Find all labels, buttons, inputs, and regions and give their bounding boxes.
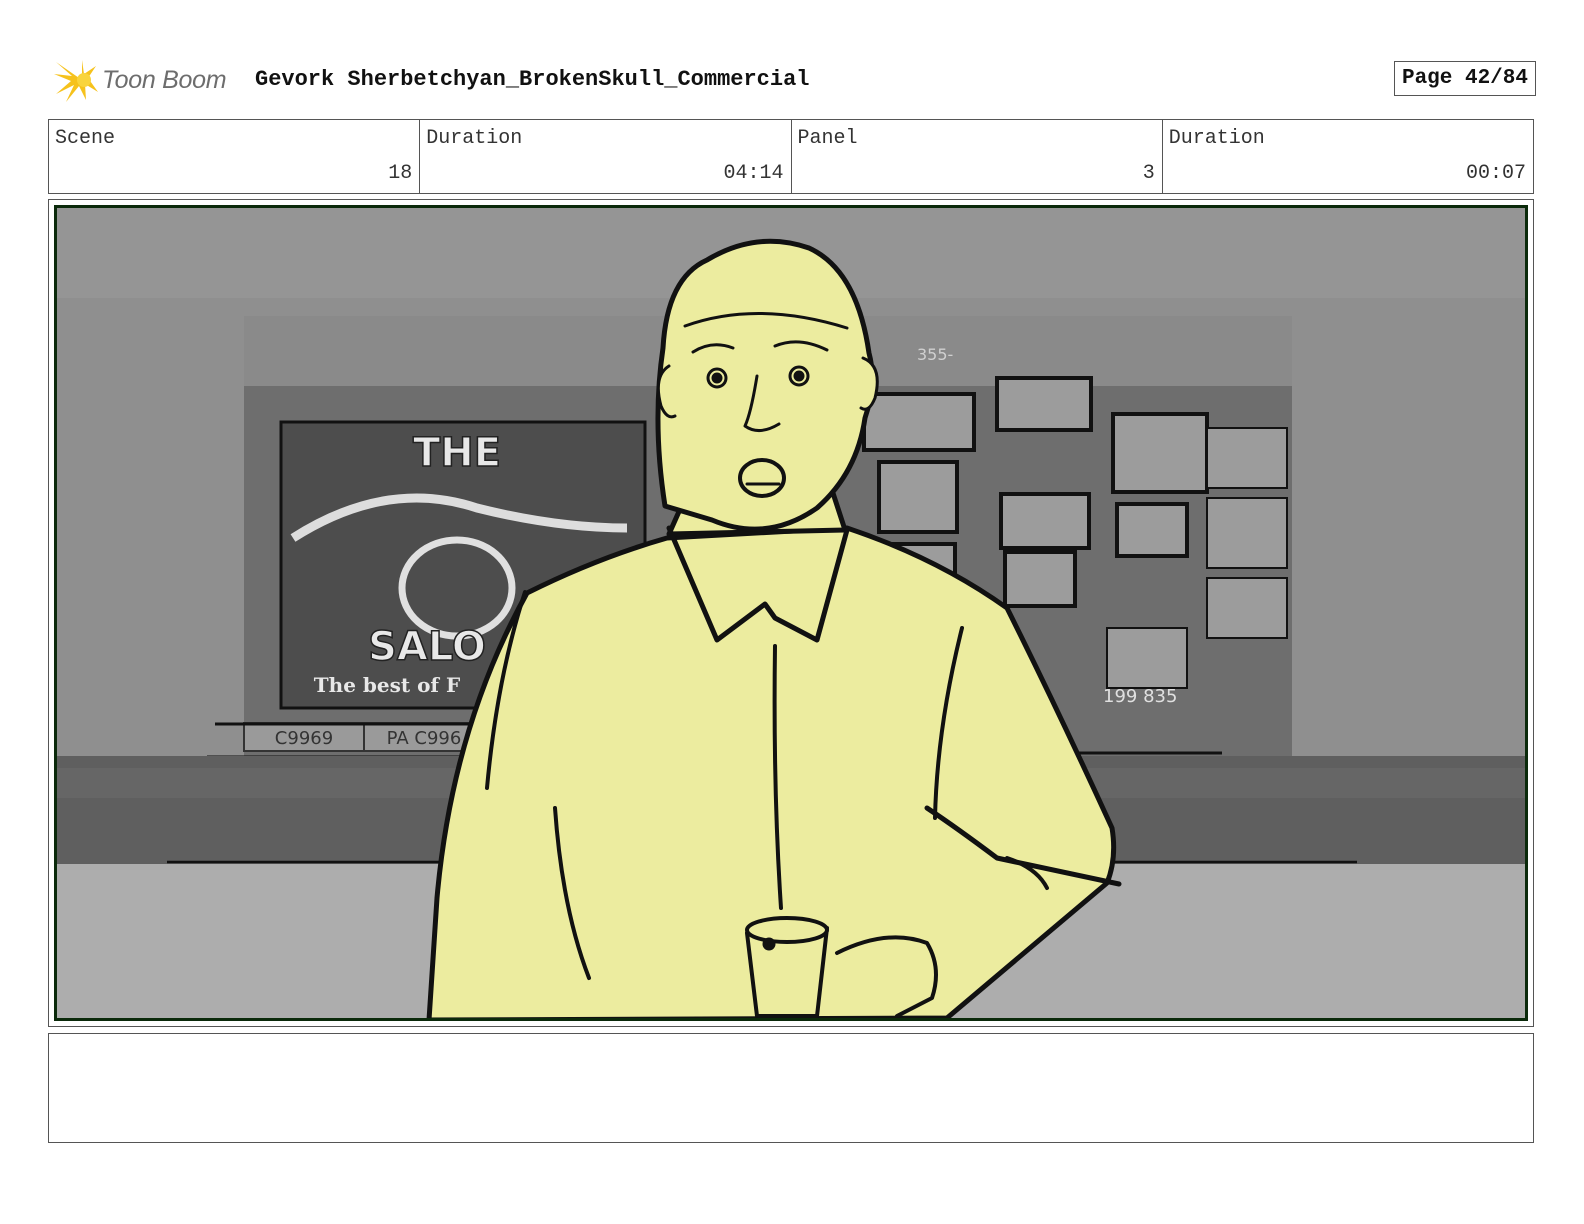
scene-value: 18 <box>388 162 413 185</box>
sign-tagline: The best of F <box>314 673 460 697</box>
panel-cell: Panel 3 <box>792 120 1163 193</box>
panel-label: Panel <box>797 127 858 150</box>
storyboard-sketch: THE SALO The best of F C9969 PA C996 355… <box>57 208 1525 1018</box>
scene-label: Scene <box>55 127 116 150</box>
storyboard-header: Toon Boom Gevork Sherbetchyan_BrokenSkul… <box>52 55 1536 105</box>
starburst-icon <box>54 60 98 102</box>
panel-duration-label: Duration <box>1168 127 1265 150</box>
panel-duration-value: 00:07 <box>1465 162 1526 185</box>
frame-number-top: 355- <box>917 345 953 364</box>
scene-cell: Scene 18 <box>49 120 421 193</box>
license-plates: C9969 PA C996 <box>243 722 485 752</box>
panel-drawing: THE SALO The best of F C9969 PA C996 355… <box>54 205 1528 1021</box>
panel-frame: THE SALO The best of F C9969 PA C996 355… <box>48 199 1534 1027</box>
plate-right-text: PA C996 <box>387 728 462 749</box>
panel-duration-cell: Duration 00:07 <box>1163 120 1533 193</box>
scene-duration-cell: Duration 04:14 <box>420 120 792 193</box>
panel-notes-box <box>48 1033 1534 1143</box>
plate-left-text: C9969 <box>275 728 333 749</box>
frame-number-bottom: 199 835 <box>1103 686 1177 707</box>
scene-duration-label: Duration <box>426 127 523 150</box>
page-number-badge: Page 42/84 <box>1393 61 1536 96</box>
toon-boom-logo: Toon Boom <box>52 55 227 105</box>
scene-duration-value: 04:14 <box>723 162 784 185</box>
project-title: Gevork Sherbetchyan_BrokenSkull_Commerci… <box>255 67 810 92</box>
scene-info-table: Scene 18 Duration 04:14 Panel 3 Duration… <box>48 119 1534 194</box>
logo-text: Toon Boom <box>102 65 227 94</box>
sign-text-bottom: SALO <box>368 624 486 670</box>
sign-text-top: THE <box>413 430 501 476</box>
panel-value: 3 <box>1142 162 1155 185</box>
